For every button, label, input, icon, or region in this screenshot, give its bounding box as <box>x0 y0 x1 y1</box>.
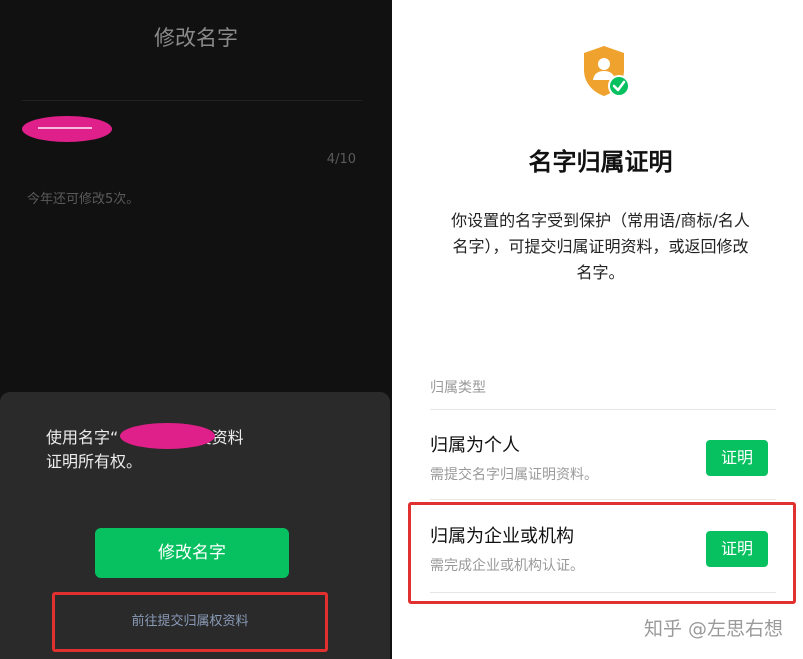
name-redaction-mark <box>120 423 215 449</box>
divider <box>430 409 776 410</box>
edit-name-button[interactable]: 修改名字 <box>95 528 289 578</box>
watermark: 知乎 @左思右想 <box>643 618 783 640</box>
option-individual-title: 归属为个人 <box>430 435 520 456</box>
highlight-box <box>408 502 796 604</box>
ownership-bottom-sheet: 使用名字“ ”，需要提交资料 证明所有权。 修改名字 前往提交归属权资料 <box>0 392 390 659</box>
page-title: 修改名字 <box>154 26 238 50</box>
description-line2: 名字），可提交归属证明资料，或返回修改 <box>452 237 749 256</box>
page-title: 名字归属证明 <box>528 148 673 176</box>
prove-individual-button[interactable]: 证明 <box>706 440 768 476</box>
ownership-proof-screen: 名字归属证明 你设置的名字受到保护（常用语/商标/名人 名字），可提交归属证明资… <box>398 0 803 659</box>
submit-ownership-link[interactable]: 前往提交归属权资料 <box>52 592 328 652</box>
description: 你设置的名字受到保护（常用语/商标/名人 名字），可提交归属证明资料，或返回修改… <box>428 208 773 286</box>
section-label: 归属类型 <box>430 380 486 396</box>
description-line1: 你设置的名字受到保护（常用语/商标/名人 <box>451 211 750 230</box>
remaining-changes-text: 今年还可修改5次。 <box>27 192 140 207</box>
option-individual-subtitle: 需提交名字归属证明资料。 <box>430 467 598 483</box>
description-line3: 名字。 <box>576 263 625 282</box>
edit-name-screen: 修改名字 4/10 今年还可修改5次。 使用名字“ ”，需要提交资料 证明所有权… <box>0 0 392 659</box>
divider <box>430 499 776 500</box>
name-input-redacted[interactable] <box>22 116 112 142</box>
sheet-message-line2: 证明所有权。 <box>46 452 143 471</box>
divider <box>22 100 362 101</box>
shield-user-check-icon <box>584 46 630 97</box>
char-counter: 4/10 <box>326 152 356 167</box>
